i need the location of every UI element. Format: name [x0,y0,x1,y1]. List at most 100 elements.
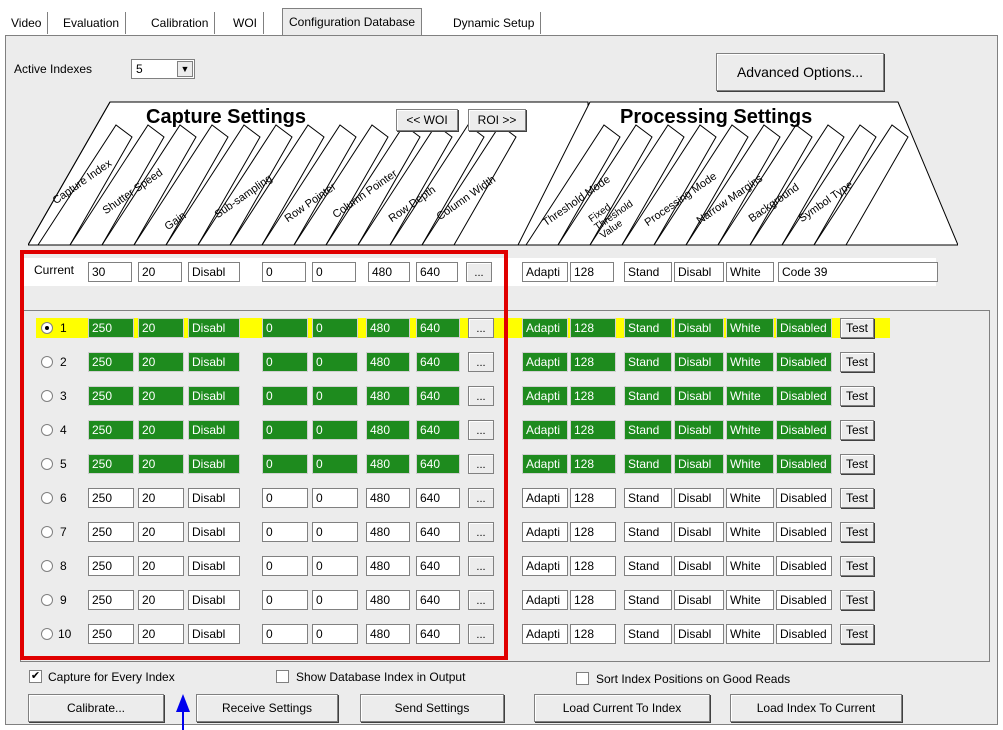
row-processing-field[interactable]: Disabl [674,454,724,474]
row-processing-field[interactable]: White [726,590,774,610]
row-processing-field[interactable]: Disabled [776,624,832,644]
row-test-button[interactable]: Test [840,420,874,440]
current-narrow-margins[interactable]: Disabl [674,262,724,282]
row-processing-field[interactable]: Stand [624,590,672,610]
current-background[interactable]: White [726,262,774,282]
row-processing-field[interactable]: Adapti [522,318,568,338]
row-processing-field[interactable]: Disabl [674,624,724,644]
row-processing-field[interactable]: Stand [624,556,672,576]
row-processing-field[interactable]: Disabl [674,352,724,372]
row-processing-field[interactable]: Stand [624,454,672,474]
row-processing-field[interactable]: Stand [624,318,672,338]
row-test-button[interactable]: Test [840,352,874,372]
row-processing-field[interactable]: Disabled [776,522,832,542]
show-db-index-checkbox[interactable] [276,670,289,683]
row-processing-field[interactable]: Adapti [522,522,568,542]
row-test-button[interactable]: Test [840,454,874,474]
row-processing-field[interactable]: 128 [570,454,616,474]
row-processing-field[interactable]: 128 [570,318,616,338]
row-processing-field[interactable]: 128 [570,556,616,576]
row-processing-field[interactable]: Stand [624,488,672,508]
configuration-window: Video Evaluation Calibration WOI Configu… [0,0,1003,730]
tab-dynamic-setup[interactable]: Dynamic Setup [446,12,542,34]
row-processing-field[interactable]: Disabled [776,454,832,474]
row-processing-field[interactable]: White [726,488,774,508]
row-processing-field[interactable]: Stand [624,420,672,440]
row-processing-field[interactable]: Disabled [776,488,832,508]
row-processing-field[interactable]: Disabled [776,420,832,440]
sort-index-label: Sort Index Positions on Good Reads [596,672,791,686]
row-test-button[interactable]: Test [840,556,874,576]
row-processing-field[interactable]: 128 [570,624,616,644]
row-processing-field[interactable]: White [726,454,774,474]
capture-every-index-checkbox[interactable]: ✔ [29,670,42,683]
row-processing-field[interactable]: White [726,624,774,644]
row-processing-field[interactable]: Disabled [776,352,832,372]
row-processing-field[interactable]: Disabled [776,590,832,610]
row-processing-field[interactable]: Disabl [674,590,724,610]
row-processing-field[interactable]: Adapti [522,556,568,576]
calibrate-button[interactable]: Calibrate... [28,694,164,722]
row-processing-field[interactable]: White [726,522,774,542]
tab-woi[interactable]: WOI [226,12,264,34]
row-processing-field[interactable]: Stand [624,386,672,406]
tab-configuration-database[interactable]: Configuration Database [282,8,423,37]
annotation-highlight-box [20,250,508,660]
row-processing-field[interactable]: Adapti [522,624,568,644]
row-test-button[interactable]: Test [840,318,874,338]
row-processing-field[interactable]: Disabl [674,556,724,576]
row-processing-field[interactable]: 128 [570,488,616,508]
current-processing-mode[interactable]: Stand [624,262,672,282]
row-processing-field[interactable]: Adapti [522,488,568,508]
row-processing-field[interactable]: 128 [570,420,616,440]
row-processing-field[interactable]: Disabled [776,318,832,338]
current-fixed-threshold[interactable]: 128 [570,262,614,282]
sort-index-checkbox[interactable] [576,672,589,685]
capture-settings-title: Capture Settings [146,106,307,128]
row-processing-field[interactable]: Adapti [522,386,568,406]
row-processing-field[interactable]: White [726,352,774,372]
row-processing-field[interactable]: Adapti [522,352,568,372]
tab-evaluation[interactable]: Evaluation [56,12,127,34]
row-processing-field[interactable]: 128 [570,386,616,406]
row-processing-field[interactable]: Stand [624,624,672,644]
row-processing-field[interactable]: Disabl [674,386,724,406]
row-processing-field[interactable]: 128 [570,590,616,610]
row-processing-field[interactable]: Stand [624,352,672,372]
row-processing-field[interactable]: Disabled [776,556,832,576]
row-processing-field[interactable]: White [726,318,774,338]
load-index-to-current-button[interactable]: Load Index To Current [730,694,902,722]
annotation-arrow-icon [176,694,190,730]
row-processing-field[interactable]: Adapti [522,420,568,440]
roi-button[interactable]: ROI >> [468,109,526,131]
row-processing-field[interactable]: Disabl [674,420,724,440]
row-processing-field[interactable]: Adapti [522,454,568,474]
woi-button[interactable]: << WOI [396,109,458,131]
row-processing-field[interactable]: Stand [624,522,672,542]
tab-bar: Video Evaluation Calibration WOI Configu… [0,0,1003,40]
row-test-button[interactable]: Test [840,488,874,508]
load-current-to-index-button[interactable]: Load Current To Index [534,694,710,722]
row-test-button[interactable]: Test [840,624,874,644]
tab-calibration[interactable]: Calibration [144,12,216,34]
row-processing-field[interactable]: Disabl [674,318,724,338]
row-processing-field[interactable]: Adapti [522,590,568,610]
row-processing-field[interactable]: Disabl [674,488,724,508]
send-settings-button[interactable]: Send Settings [360,694,504,722]
current-symbol-type[interactable]: Code 39 [778,262,938,282]
row-processing-field[interactable]: White [726,420,774,440]
tab-video[interactable]: Video [4,12,49,34]
row-processing-field[interactable]: White [726,556,774,576]
row-processing-field[interactable]: 128 [570,522,616,542]
current-threshold-mode[interactable]: Adapti [522,262,568,282]
receive-settings-button[interactable]: Receive Settings [196,694,338,722]
row-test-button[interactable]: Test [840,590,874,610]
row-processing-field[interactable]: 128 [570,352,616,372]
row-processing-field[interactable]: Disabled [776,386,832,406]
row-processing-field[interactable]: White [726,386,774,406]
row-test-button[interactable]: Test [840,522,874,542]
row-processing-field[interactable]: Disabl [674,522,724,542]
show-db-index-label: Show Database Index in Output [296,670,466,684]
processing-settings-title: Processing Settings [620,106,813,128]
row-test-button[interactable]: Test [840,386,874,406]
